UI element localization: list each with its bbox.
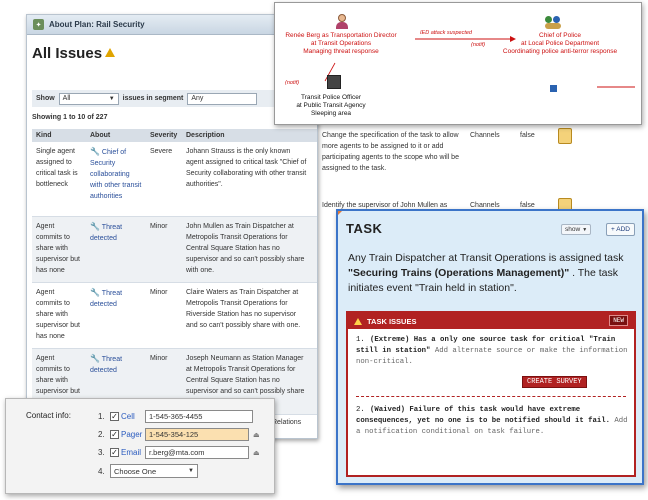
wrench-icon: 🔧	[90, 147, 100, 156]
show-label: Show	[36, 95, 55, 102]
remove-icon[interactable]: ⏏	[253, 431, 262, 439]
node-marker-icon[interactable]	[550, 85, 557, 92]
segment-label: issues in segment	[122, 95, 184, 102]
cell-severity: Minor	[146, 216, 182, 283]
pager-field[interactable]: 1-545-354-125	[145, 427, 249, 441]
cell-phone-field[interactable]: 1-545-365-4455	[145, 409, 253, 423]
cell-waived: false	[520, 132, 535, 139]
create-survey-button[interactable]: CREATE SURVEY	[522, 376, 587, 388]
contact-row-email: 3. ✓ Email r.berg@mta.com ⏏	[98, 445, 262, 459]
edge-sublabel: (notif)	[471, 42, 486, 48]
cell-severity: Severe	[146, 142, 182, 217]
col-kind[interactable]: Kind	[32, 129, 86, 142]
contact-type-select[interactable]: Choose One ▼	[110, 464, 198, 478]
corner-marker-icon	[338, 211, 344, 217]
contact-row-pager: 2. ✓ Pager 1-545-354-125 ⏏	[98, 427, 262, 441]
col-description[interactable]: Description	[182, 129, 312, 142]
clipboard-icon[interactable]	[558, 128, 572, 144]
cell-kind: Single agent assigned to critical task i…	[32, 142, 86, 217]
contact-type-label: Cell	[121, 411, 135, 421]
contact-type-label: Pager	[121, 429, 143, 439]
table-header-row: Kind About Severity Description	[32, 129, 317, 142]
issues-table-overflow: Change the specification of the task to …	[318, 128, 588, 209]
table-row: Agent commits to share with supervisor b…	[32, 216, 317, 283]
people-icon[interactable]	[545, 16, 563, 30]
table-row: Agent commits to share with supervisor b…	[32, 282, 317, 349]
edge-label-notif: (notif)	[285, 80, 300, 86]
cell-kind: Agent commits to share with supervisor b…	[32, 282, 86, 349]
node-transit-police[interactable]: Transit Police Officer at Public Transit …	[279, 94, 383, 118]
cell-severity: Minor	[146, 282, 182, 349]
warning-icon	[354, 317, 362, 325]
node-transportation-director[interactable]: Renée Berg as Transportation Director at …	[277, 32, 405, 56]
task-panel: TASK show ▼ + ADD Any Train Dispatcher at…	[336, 209, 644, 485]
cell-checkbox[interactable]: ✓	[110, 411, 119, 421]
contact-type-label: Email	[121, 447, 142, 457]
edge-label: IED attack suspected	[420, 30, 472, 36]
task-title: TASK	[346, 221, 383, 236]
wrench-icon: 🔧	[90, 353, 100, 363]
wrench-icon: 🔧	[90, 287, 100, 297]
plan-logo-icon: ✦	[33, 19, 44, 30]
contact-row-cell: 1. ✓ Cell 1-545-365-4455	[98, 409, 253, 423]
col-severity[interactable]: Severity	[146, 129, 182, 142]
cell-description: John Mullen as Train Dispatcher at Metro…	[182, 216, 312, 283]
about-link[interactable]: Chief of Security collaborating with oth…	[90, 149, 141, 200]
cell-kind: Agent commits to share with supervisor b…	[32, 216, 86, 283]
pager-checkbox[interactable]: ✓	[110, 429, 119, 439]
page-title: All Issues	[32, 45, 116, 62]
cell-remedy: Change the specification of the task to …	[322, 132, 459, 172]
task-issue-item: 2. (Waived) Failure of this task would ha…	[356, 406, 628, 436]
new-button[interactable]: NEW	[609, 315, 628, 326]
add-button[interactable]: + ADD	[606, 223, 635, 236]
col-about[interactable]: About	[86, 129, 146, 142]
cell-type: Channels	[470, 132, 500, 139]
cell-description: Claire Waters as Train Dispatcher at Met…	[182, 282, 312, 349]
show-select[interactable]: All ▼	[58, 92, 119, 105]
person-icon[interactable]	[335, 14, 349, 30]
divider	[356, 396, 626, 397]
cell-about: 🔧 Threat detected	[86, 216, 146, 283]
remove-icon[interactable]: ⏏	[253, 449, 262, 457]
wrench-icon: 🔧	[90, 221, 100, 231]
chevron-down-icon: ▼	[188, 468, 194, 474]
show-dropdown[interactable]: show ▼	[561, 224, 592, 235]
chevron-down-icon: ▼	[108, 95, 115, 102]
email-field[interactable]: r.berg@mta.com	[145, 445, 249, 459]
node-chief-of-police[interactable]: Chief of Police at Local Police Departmen…	[480, 32, 640, 56]
plan-title: About Plan: Rail Security	[49, 20, 145, 29]
task-issues-box: TASK ISSUES NEW 1. (Extreme) Has a only o…	[346, 311, 636, 477]
segment-select[interactable]: Any	[187, 92, 258, 105]
relations-text: Relations	[272, 419, 302, 426]
contact-info-panel: Contact info: 1. ✓ Cell 1-545-365-4455 2…	[5, 398, 275, 494]
email-checkbox[interactable]: ✓	[110, 447, 119, 457]
cell-about: 🔧 Threat detected	[86, 282, 146, 349]
showing-count: Showing 1 to 10 of 227	[32, 114, 108, 121]
issues-table: Kind About Severity Description Single a…	[32, 129, 317, 415]
warning-icon	[105, 48, 116, 57]
contact-row-new: 4. Choose One ▼	[98, 464, 198, 478]
task-issue-item: 1. (Extreme) Has a only one source task f…	[356, 336, 628, 366]
table-row: Single agent assigned to critical task i…	[32, 142, 317, 217]
contact-info-label: Contact info:	[26, 411, 71, 420]
task-name[interactable]: "Securing Trains (Operations Management)…	[348, 267, 569, 279]
chevron-down-icon: ▼	[582, 226, 588, 233]
building-icon[interactable]	[327, 75, 343, 91]
task-description: Any Train Dispatcher at Transit Operatio…	[348, 252, 624, 294]
cell-about: 🔧 Chief of Security collaborating with o…	[86, 142, 146, 217]
task-issues-header: TASK ISSUES	[348, 313, 634, 329]
cell-description: Johann Strauss is the only known agent a…	[182, 142, 312, 217]
flow-diagram: Renée Berg as Transportation Director at …	[274, 2, 642, 125]
